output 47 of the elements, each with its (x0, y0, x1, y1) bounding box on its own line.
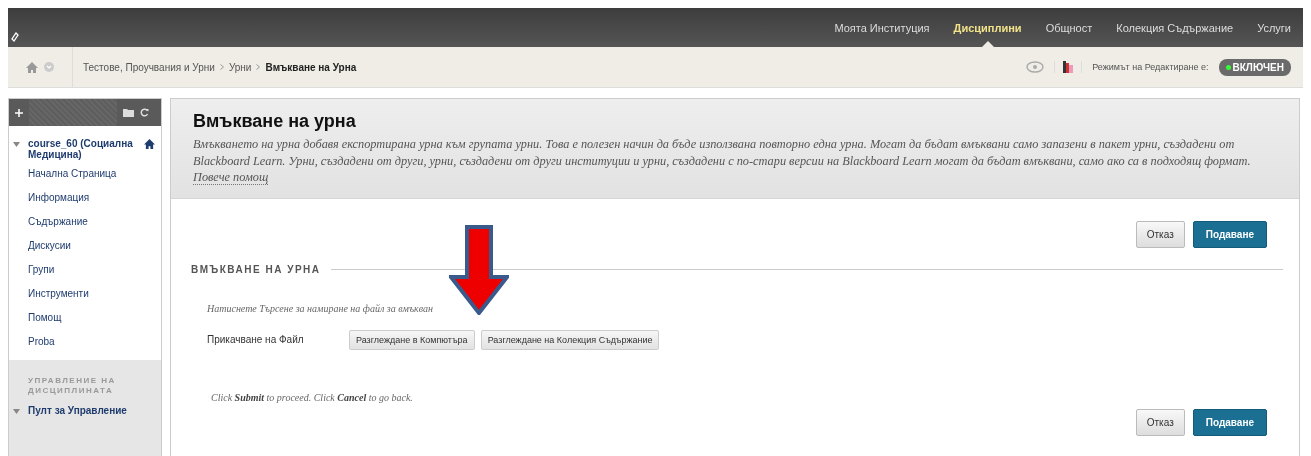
down-arrow-icon (449, 225, 509, 315)
refresh-icon[interactable] (140, 108, 149, 117)
browse-button[interactable]: Разглеждане на Колекция Съдържание (480, 329, 660, 350)
sidebar-menu-item[interactable]: Начална Страница (13, 160, 161, 186)
nav-tab[interactable]: Услуги (1245, 8, 1303, 47)
instruction-text: Натиснете Търсене за намиране на файл за вмъкван (207, 302, 434, 314)
nav-tab[interactable]: Колекция Съдържание (1104, 8, 1246, 47)
nav-tab[interactable]: Общност (1033, 8, 1105, 47)
submit-button[interactable]: Подаване (1192, 408, 1267, 436)
section-heading: ВМЪКВАНЕ НА УРНА (191, 263, 321, 275)
chevron-right-icon (256, 64, 261, 70)
edit-mode-toggle[interactable]: ВКЛЮЧЕН (1218, 58, 1291, 76)
submit-instruction-text: Click Submit to proceed. Click Cancel to go back. (211, 391, 414, 403)
breadcrumb-link[interactable]: Урни (228, 61, 252, 73)
chevron-right-icon (219, 64, 224, 70)
course-title-link[interactable]: course_60 (Социална Медицина) (28, 138, 136, 160)
help-link[interactable]: Повече помощ (193, 170, 269, 186)
nav-tab[interactable]: Моята Институция (822, 8, 942, 47)
folder-icon[interactable] (123, 108, 134, 117)
link-icon (11, 32, 19, 42)
sidebar-menu-item[interactable]: Proba (13, 330, 161, 354)
color-palette-icon[interactable] (1054, 61, 1083, 73)
sidebar-section-title: УПРАВЛЕНИЕ НА ДИСЦИПЛИНАТА (28, 376, 117, 397)
submit-button[interactable]: Подаване (1192, 220, 1267, 248)
field-label: Прикачване на Файл (207, 334, 305, 346)
sidebar-menu-item[interactable]: Групи (13, 258, 161, 282)
edit-mode-label: Режимът на Редактиране е: (1092, 62, 1209, 72)
sidebar-menu-item[interactable]: Помощ (13, 306, 161, 330)
page-title: Вмъкване на урна (193, 111, 357, 132)
sidebar-search-field[interactable] (29, 99, 117, 126)
control-panel-link[interactable]: Пулт за Управление (28, 404, 149, 416)
sidebar-menu-item[interactable]: Съдържание (13, 210, 161, 234)
breadcrumb-current: Вмъкване на Урна (265, 61, 357, 73)
nav-tab[interactable]: Дисциплини (941, 8, 1034, 47)
caret-icon[interactable] (13, 141, 20, 148)
sidebar-menu-item[interactable]: Инструменти (13, 282, 161, 306)
eye-icon[interactable] (1026, 61, 1045, 73)
browse-button[interactable]: Разглеждане в Компютъра (349, 329, 475, 350)
page-description: Вмъкването на урна добавя експортирана урна към групата урни. Това е полезен начин да бъде използвана повторно една урна. Могат да бъдат вмъквани само запазени в пакет урни, създадени от Blackboard Learn. Урни, създадени от други, урни, създадени от други институции и урни, създадени с по-стари версии на Blackboard Learn могат да бъдат вмъквани, само ако са в подходящ формат. Повече помощ (193, 136, 1252, 186)
sidebar-menu-item[interactable]: Дискусии (13, 234, 161, 258)
sidebar-menu-item[interactable]: Информация (13, 186, 161, 210)
caret-icon[interactable] (13, 407, 20, 415)
home-icon[interactable] (144, 139, 155, 149)
breadcrumb-link[interactable]: Тестове, Проучвания и Урни (83, 61, 215, 73)
add-icon[interactable] (15, 108, 23, 117)
cancel-button[interactable]: Отказ (1135, 408, 1185, 436)
cancel-button[interactable]: Отказ (1135, 220, 1185, 248)
